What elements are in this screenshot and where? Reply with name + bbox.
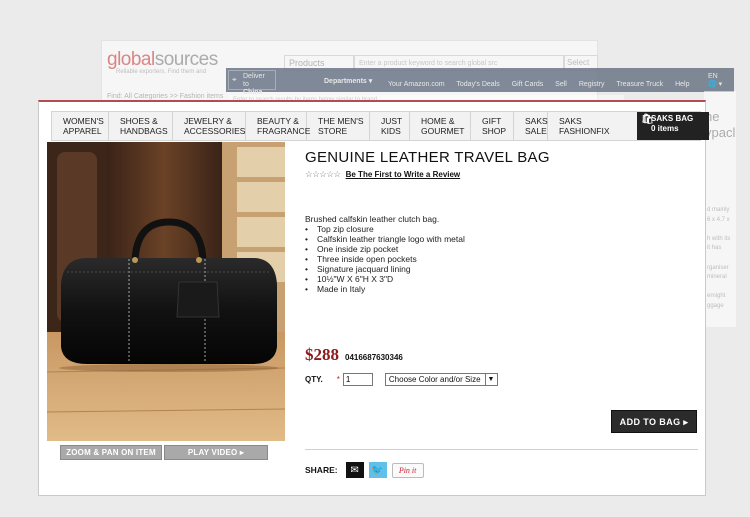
nav-item-label-line2: FASHIONFIX — [559, 125, 610, 136]
zoom-pan-button[interactable]: ZOOM & PAN ON ITEM — [60, 445, 162, 460]
play-video-button[interactable]: PLAY VIDEO ▸ — [164, 445, 268, 460]
nav-item[interactable]: WOMEN'S APPAREL — [52, 112, 109, 140]
location-pin-icon: ⌖ — [232, 75, 237, 84]
partial-heading: ne ypacl — [705, 109, 736, 140]
nav-item-label-line2: KIDS — [381, 125, 401, 136]
sku-number: 0416687630346 — [345, 353, 403, 362]
nav-item[interactable]: SHOES & HANDBAGS — [109, 112, 173, 140]
play-video-label: PLAY VIDEO — [187, 448, 238, 457]
amazon-link[interactable]: Your Amazon.com — [388, 81, 445, 88]
price-row: $288 0416687630346 — [305, 345, 403, 365]
saks-bag-count: 0 items — [651, 124, 679, 133]
color-size-select-value: Choose Color and/or Size — [388, 375, 481, 384]
nav-item[interactable]: JEWELRY & ACCESSORIES — [173, 112, 246, 140]
add-to-bag-button[interactable]: ADD TO BAG ▸ — [611, 410, 697, 433]
nav-item-label-line2: GOURMET — [421, 125, 465, 136]
amazon-link[interactable]: Today's Deals — [456, 81, 499, 88]
category-nav: WOMEN'S APPAREL SHOES & HANDBAGS JEWELRY & AC… — [51, 111, 701, 141]
nav-item-label-line2: APPAREL — [63, 125, 102, 136]
share-label: SHARE: — [305, 465, 338, 475]
nav-item[interactable]: JUST KIDS — [370, 112, 410, 140]
feature-item: Made in Italy — [305, 284, 465, 294]
deliver-to-selector[interactable]: ⌖ Deliver to China — [228, 70, 276, 96]
amazon-navbar-backdrop: ⌖ Deliver to China Departments ▾ Your Am… — [226, 68, 734, 96]
amazon-link[interactable]: Help — [675, 81, 689, 88]
qty-label: QTY. — [305, 375, 323, 384]
product-title: GENUINE LEATHER TRAVEL BAG — [305, 149, 550, 166]
deliver-to-label: Deliver to — [243, 73, 265, 88]
product-page: WOMEN'S APPAREL SHOES & HANDBAGS JEWELRY & AC… — [38, 100, 709, 496]
amazon-nav-links: Your Amazon.com Today's Deals Gift Cards… — [388, 81, 700, 88]
required-marker: * — [336, 375, 340, 384]
nav-item-label-line2: SALE — [525, 125, 547, 136]
feature-item: Signature jacquard lining — [305, 264, 465, 274]
email-share-icon[interactable]: ✉ — [345, 462, 364, 478]
global-sources-tagline: Reliable exporters. Find them and — [116, 69, 207, 75]
nav-item-label-line2: FRAGRANCE — [257, 125, 311, 136]
nav-item-label-line2: HANDBAGS — [120, 125, 168, 136]
amazon-link[interactable]: Treasure Truck — [616, 81, 663, 88]
quantity-input[interactable] — [342, 373, 373, 386]
nav-item-label-line2: STORE — [318, 125, 348, 136]
twitter-share-icon[interactable]: 🐦 — [368, 462, 387, 478]
departments-menu[interactable]: Departments ▾ — [324, 77, 372, 85]
color-size-select[interactable]: Choose Color and/or Size ▼ — [384, 373, 498, 386]
feature-item: Calfskin leather triangle logo with meta… — [305, 234, 465, 244]
nav-item[interactable]: SAKS FASHIONFIX — [548, 112, 618, 140]
screenshot-collage: globalsources Reliable exporters. Find t… — [0, 0, 750, 517]
pinterest-pin-button[interactable]: Pin it — [391, 462, 424, 478]
quantity-row: QTY. * Choose Color and/or Size ▼ — [305, 373, 498, 386]
nav-item[interactable]: THE MEN'S STORE — [307, 112, 370, 140]
nav-item[interactable]: BEAUTY & FRAGRANCE — [246, 112, 311, 140]
chevron-down-icon: ▼ — [484, 374, 497, 385]
write-review-link[interactable]: Be The First to Write a Review — [346, 170, 461, 179]
nav-item[interactable]: HOME & GOURMET — [410, 112, 471, 140]
global-sources-logo: globalsources — [107, 49, 218, 70]
product-image[interactable] — [47, 142, 285, 441]
language-selector[interactable]: EN 🌐 ▾ — [708, 73, 722, 89]
price: $288 — [305, 345, 339, 364]
nav-item[interactable]: GIFT SHOP — [471, 112, 514, 140]
divider — [305, 449, 698, 450]
nav-item-label-line2: SHOP — [482, 125, 507, 136]
review-row: ☆☆☆☆☆ Be The First to Write a Review — [305, 169, 460, 180]
nav-item[interactable]: SAKS SALE — [514, 112, 548, 140]
amazon-link[interactable]: Sell — [555, 81, 567, 88]
nav-item-label-line2: ACCESSORIES — [184, 125, 246, 136]
saks-bag-button[interactable]: 🛍 SAKS BAG 0 items — [637, 112, 709, 140]
amazon-link[interactable]: Registry — [579, 81, 605, 88]
play-icon: ▸ — [239, 448, 245, 457]
amazon-link[interactable]: Gift Cards — [512, 81, 544, 88]
language-code: EN — [708, 73, 718, 80]
product-description: Brushed calfskin leather clutch bag. Top… — [305, 214, 465, 294]
image-action-buttons: ZOOM & PAN ON ITEM PLAY VIDEO ▸ — [60, 445, 272, 460]
shopping-bag-icon: 🛍 — [641, 114, 654, 125]
description-heading: Brushed calfskin leather clutch bag. — [305, 214, 440, 224]
global-sources-breadcrumb: Find: All Categories >> Fashion items — [107, 93, 224, 100]
saks-bag-label: SAKS BAG — [651, 114, 694, 123]
feature-item: One inside zip pocket — [305, 244, 465, 254]
feature-item: 10½"W X 6"H X 3"D — [305, 274, 465, 284]
feature-item: Three inside open pockets — [305, 254, 465, 264]
feature-list: Top zip closure Calfskin leather triangl… — [305, 224, 465, 294]
globe-icon: 🌐 ▾ — [708, 81, 723, 88]
rating-stars-icon: ☆☆☆☆☆ — [305, 169, 341, 179]
partial-body-text: d mainly 6 x 4.7 x h with its it has rga… — [707, 207, 731, 309]
feature-item: Top zip closure — [305, 224, 465, 234]
share-row: SHARE: ✉ 🐦 Pin it — [305, 462, 424, 478]
